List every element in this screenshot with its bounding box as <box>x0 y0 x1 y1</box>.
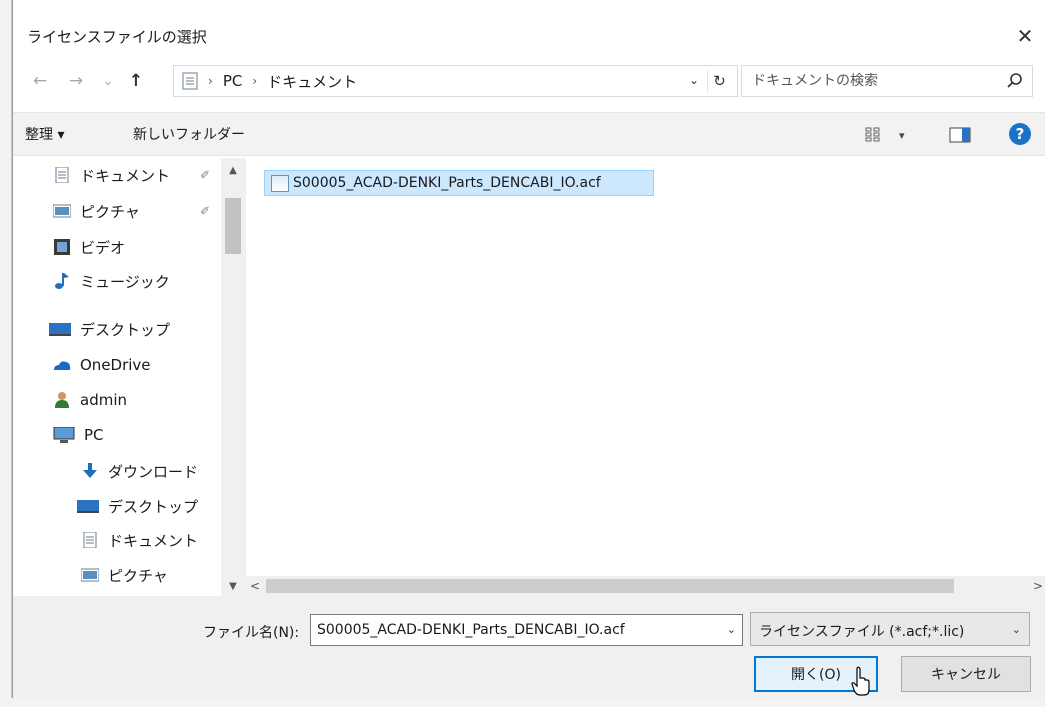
refresh-button[interactable]: ↻ <box>707 69 731 93</box>
sidebar-item-downloads[interactable]: ダウンロード <box>81 456 198 486</box>
sidebar-item-label: ミュージック <box>80 272 170 291</box>
scroll-left-icon[interactable]: < <box>246 576 264 596</box>
file-open-dialog: ライセンスファイルの選択 ✕ ← → ⌄ ↑ › PC › ドキュメント ⌄ ↻… <box>12 0 1045 698</box>
sidebar-item-label: ピクチャ <box>80 202 140 221</box>
view-details-icon <box>865 127 880 142</box>
pc-icon <box>53 427 75 443</box>
address-bar-row: ← → ⌄ ↑ › PC › ドキュメント ⌄ ↻ <box>13 64 1045 100</box>
search-icon[interactable] <box>1006 72 1024 90</box>
dialog-footer: ファイル名(N): ⌄ ライセンスファイル (*.acf;*.lic) ⌄ 開く… <box>13 596 1045 698</box>
sidebar-item-documents-quick[interactable]: ドキュメント <box>53 160 170 190</box>
scrollbar-thumb[interactable] <box>225 198 241 254</box>
sidebar-item-label: ドキュメント <box>108 531 199 550</box>
background-window-edge <box>0 0 12 707</box>
forward-button[interactable]: → <box>65 70 87 92</box>
scrollbar-thumb[interactable] <box>266 579 954 593</box>
open-button-label: 開く(O) <box>791 667 841 683</box>
file-type-select[interactable]: ライセンスファイル (*.acf;*.lic) ⌄ <box>750 612 1030 646</box>
file-name: S00005_ACAD-DENKI_Parts_DENCABI_IO.acf <box>293 175 601 191</box>
documents-icon <box>55 167 69 183</box>
up-arrow-icon: ↑ <box>128 71 144 91</box>
file-item[interactable]: S00005_ACAD-DENKI_Parts_DENCABI_IO.acf <box>264 170 654 196</box>
sidebar-item-label: PC <box>84 426 104 444</box>
sidebar-item-label: admin <box>80 391 127 409</box>
cancel-button[interactable]: キャンセル <box>901 656 1031 692</box>
desktop-icon <box>49 323 71 336</box>
filename-label: ファイル名(N): <box>203 625 300 641</box>
videos-icon <box>54 239 70 255</box>
address-box[interactable]: › PC › ドキュメント ⌄ ↻ <box>173 65 738 97</box>
background-window-bottom <box>0 698 1045 707</box>
sidebar-item-pictures-pc[interactable]: ピクチャ <box>81 560 168 590</box>
sidebar-item-videos[interactable]: ビデオ <box>53 232 125 262</box>
pictures-icon <box>81 568 99 582</box>
onedrive-icon <box>54 361 71 370</box>
chevron-down-icon[interactable]: ⌄ <box>727 623 736 636</box>
filename-input[interactable] <box>311 615 711 645</box>
sidebar-item-admin[interactable]: admin <box>53 385 127 415</box>
command-bar: 整理 ▾ 新しいフォルダー ▾ ? <box>13 112 1045 156</box>
cancel-button-label: キャンセル <box>931 667 1001 683</box>
pin-icon[interactable]: ✐ <box>200 204 210 218</box>
mouse-cursor-icon <box>851 666 870 696</box>
back-arrow-icon: ← <box>32 71 48 91</box>
close-button[interactable]: ✕ <box>1005 18 1045 54</box>
search-input[interactable] <box>742 66 992 96</box>
sidebar-item-label: ドキュメント <box>80 166 171 185</box>
back-button[interactable]: ← <box>29 70 51 92</box>
breadcrumb-separator: › <box>252 74 258 88</box>
file-type-value: ライセンスファイル (*.acf;*.lic) <box>759 624 965 640</box>
sidebar-item-pc[interactable]: PC <box>53 420 104 450</box>
sidebar-item-label: ビデオ <box>80 238 126 257</box>
filename-combobox: ⌄ <box>310 614 743 646</box>
up-button[interactable]: ↑ <box>125 70 147 92</box>
breadcrumb-separator: › <box>208 74 213 88</box>
pictures-icon <box>53 204 71 218</box>
preview-pane-icon[interactable] <box>949 126 971 144</box>
scroll-up-icon[interactable]: ▲ <box>221 160 245 180</box>
desktop-icon <box>77 500 99 513</box>
search-box <box>741 65 1033 97</box>
dialog-title: ライセンスファイルの選択 <box>27 28 207 46</box>
sidebar-item-desktop[interactable]: デスクトップ <box>49 314 170 344</box>
documents-icon <box>83 532 97 548</box>
address-dropdown-icon[interactable]: ⌄ <box>689 73 699 87</box>
user-icon <box>55 392 69 408</box>
close-icon: ✕ <box>1016 24 1034 48</box>
breadcrumb-pc[interactable]: PC <box>223 72 243 90</box>
downloads-icon <box>83 463 97 478</box>
sidebar-item-label: デスクトップ <box>108 497 199 516</box>
horizontal-scrollbar[interactable]: < > <box>246 576 1045 596</box>
sidebar-item-onedrive[interactable]: OneDrive <box>53 350 151 380</box>
sidebar-item-pictures-quick[interactable]: ピクチャ <box>53 196 140 226</box>
sidebar-item-label: ピクチャ <box>108 566 168 585</box>
forward-arrow-icon: → <box>68 71 84 91</box>
organize-button[interactable]: 整理 ▾ <box>25 124 64 144</box>
pin-icon[interactable]: ✐ <box>200 168 210 182</box>
chevron-down-icon: ⌄ <box>1011 623 1021 636</box>
sidebar-item-music[interactable]: ミュージック <box>53 266 170 296</box>
navigation-pane: ドキュメント ✐ ピクチャ ✐ ビデオ ミュージック デスクトップ OneDri… <box>13 158 245 596</box>
documents-location-icon <box>182 72 198 90</box>
sidebar-item-label: OneDrive <box>80 356 151 374</box>
scroll-right-icon[interactable]: > <box>1029 576 1045 596</box>
scroll-down-icon[interactable]: ▼ <box>221 576 245 596</box>
new-folder-button[interactable]: 新しいフォルダー <box>133 124 245 144</box>
sidebar-item-label: デスクトップ <box>80 320 171 339</box>
file-icon <box>271 174 289 192</box>
recent-locations-button[interactable]: ⌄ <box>97 70 119 92</box>
sidebar-item-desktop-pc[interactable]: デスクトップ <box>77 491 198 521</box>
file-list: S00005_ACAD-DENKI_Parts_DENCABI_IO.acf <… <box>245 158 1045 596</box>
navigation-scrollbar[interactable]: ▲ ▼ <box>221 158 245 596</box>
sidebar-item-label: ダウンロード <box>108 462 199 481</box>
chevron-down-icon: ⌄ <box>102 73 114 89</box>
music-icon <box>55 273 69 289</box>
chevron-down-icon: ▾ <box>899 128 905 142</box>
breadcrumb-documents[interactable]: ドキュメント <box>267 71 357 92</box>
sidebar-item-documents-pc[interactable]: ドキュメント <box>81 525 198 555</box>
title-bar: ライセンスファイルの選択 ✕ <box>13 0 1045 60</box>
view-options-button[interactable]: ▾ <box>865 125 913 145</box>
help-button[interactable]: ? <box>1009 123 1031 145</box>
help-icon: ? <box>1015 125 1025 143</box>
